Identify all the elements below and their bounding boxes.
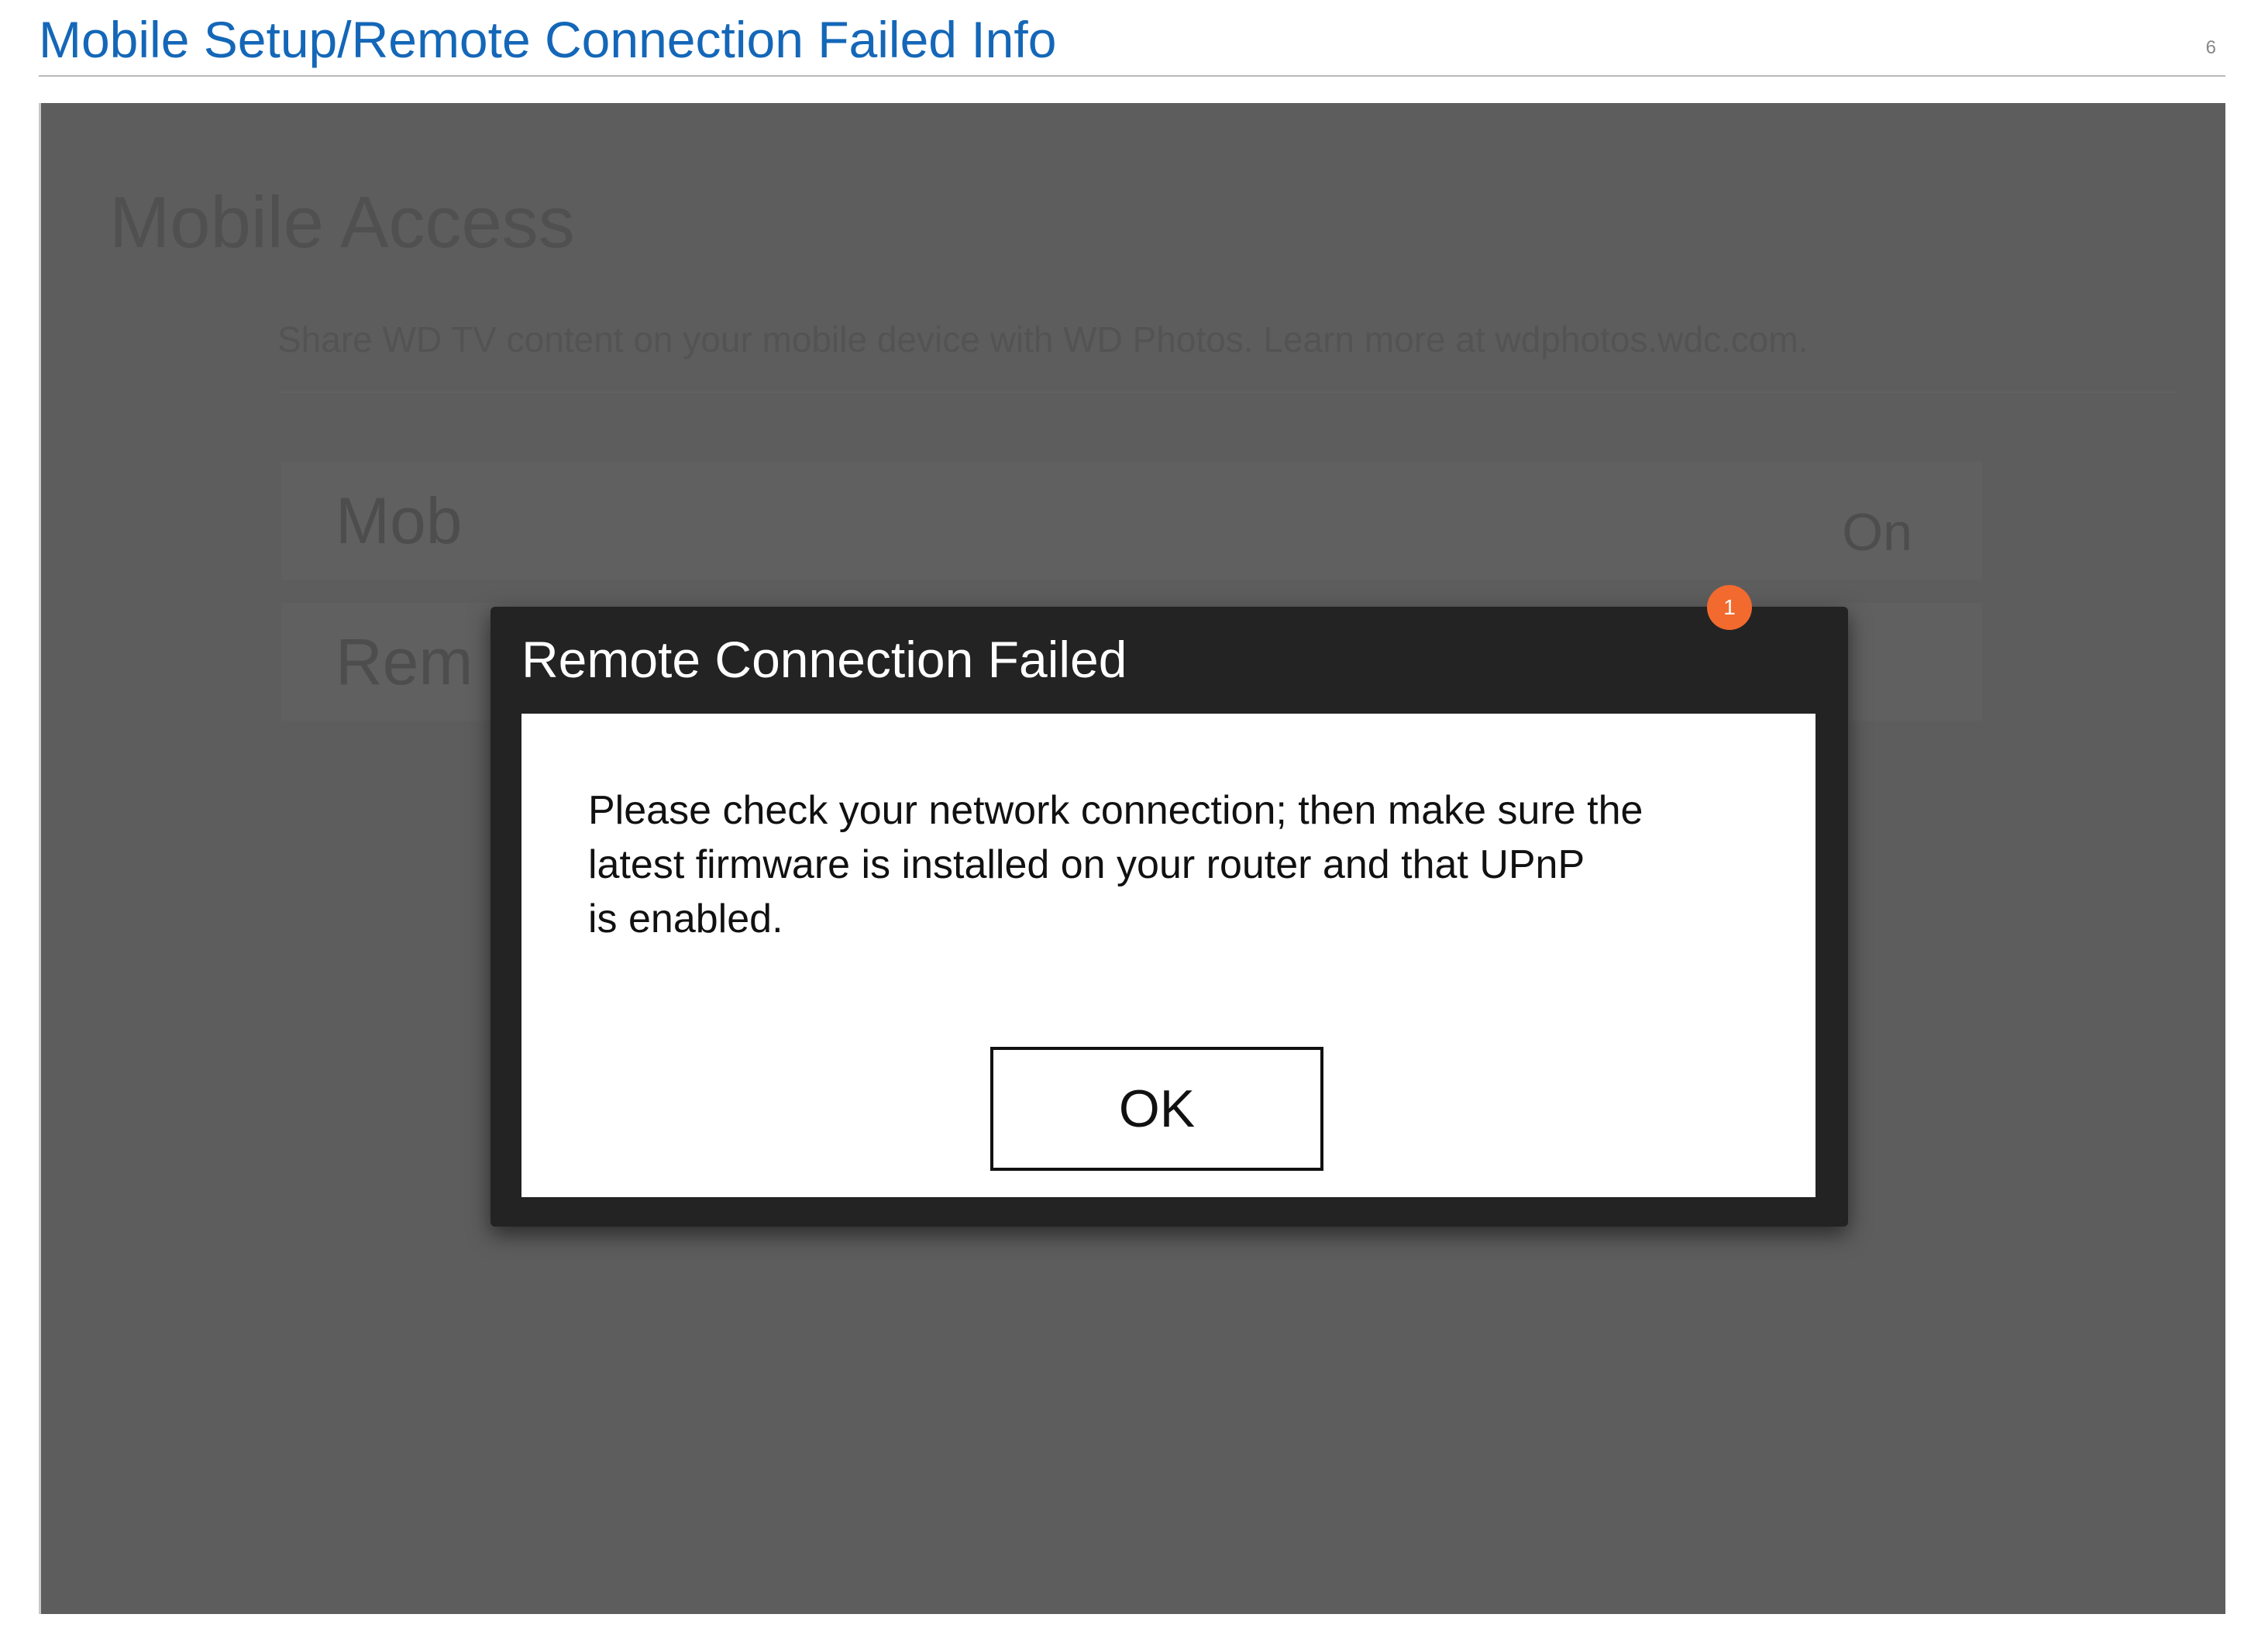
callout-badge: 1 [1707,585,1752,630]
dialog-message-line: Please check your network connection; th… [588,788,1643,833]
dialog-message: Please check your network connection; th… [588,783,1750,946]
setting-row-label: Rem [336,625,473,698]
ok-button[interactable]: OK [990,1047,1323,1171]
dialog-message-line: latest firmware is installed on your rou… [588,842,1585,887]
tv-screen-background: Mobile Access Share WD TV content on you… [39,103,2225,1614]
title-divider [39,75,2225,77]
screen-heading: Mobile Access [109,181,575,263]
setting-row-value: On [1842,503,1912,562]
dialog-title: Remote Connection Failed [521,631,1127,688]
setting-row-mobile[interactable]: Mob On [281,462,1982,580]
remote-connection-failed-dialog: 1 Remote Connection Failed Please check … [490,585,1848,1227]
document-title: Mobile Setup/Remote Connection Failed In… [39,11,1057,68]
setting-row-label: Mob [336,484,463,557]
dialog-message-line: is enabled. [588,897,783,941]
page-number: 6 [2205,37,2216,58]
document-page: Mobile Setup/Remote Connection Failed In… [0,0,2244,1652]
subtitle-divider [277,391,2180,393]
dialog-body: Please check your network connection; th… [521,714,1816,1197]
screen-subtitle: Share WD TV content on your mobile devic… [277,319,1809,360]
